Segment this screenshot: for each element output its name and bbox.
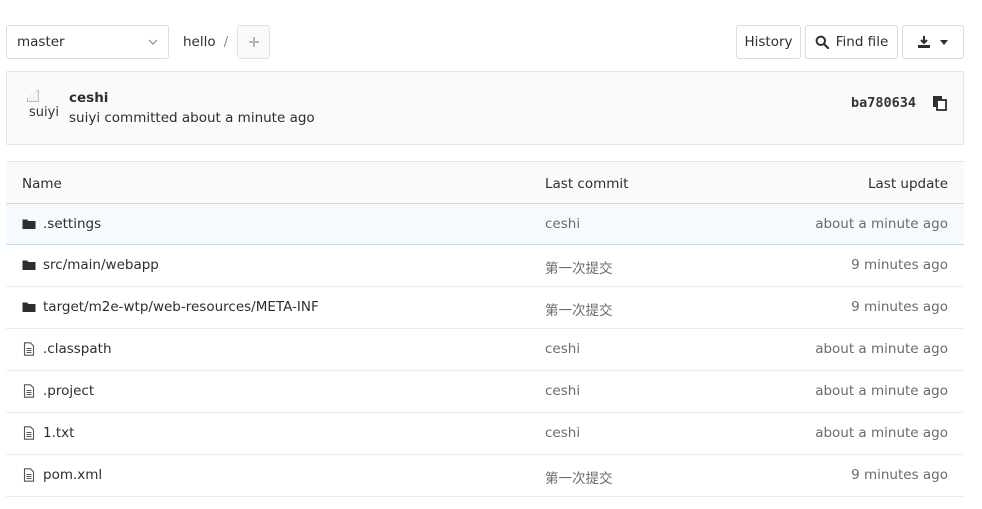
file-name-link[interactable]: target/m2e-wtp/web-resources/META-INF [22,299,319,315]
file-name: 1.txt [43,425,75,441]
file-tree-table: Name Last commit Last update .settings ce… [6,161,964,497]
file-name: pom.xml [43,467,103,483]
last-update-time: about a minute ago [815,216,948,232]
file-name-link[interactable]: .project [22,383,94,399]
copy-icon[interactable] [931,95,947,111]
header-last-update: Last update [868,176,948,192]
table-row[interactable]: .project ceshi about a minute ago [6,371,964,413]
header-name: Name [22,176,62,192]
file-name: .classpath [43,341,112,357]
folder-icon [22,300,36,314]
file-name: .project [43,383,95,399]
table-row[interactable]: pom.xml 第一次提交 9 minutes ago [6,455,964,497]
broken-image-icon [27,90,39,102]
last-commit-link[interactable]: ceshi [545,216,580,232]
caret-down-icon [940,40,948,45]
last-commit-link[interactable]: 第一次提交 [545,257,613,277]
table-body: .settings ceshi about a minute ago src/main… [6,203,964,497]
search-icon [815,35,829,49]
last-update-time: about a minute ago [815,425,948,441]
last-commit-link[interactable]: 第一次提交 [545,299,613,319]
chevron-down-icon [148,39,158,45]
table-row[interactable]: 1.txt ceshi about a minute ago [6,413,964,455]
download-icon [918,36,930,48]
folder-icon [22,217,36,231]
last-commit-link[interactable]: ceshi [545,341,580,357]
last-commit-link[interactable]: ceshi [545,425,580,441]
file-icon [22,342,36,356]
commit-meta: suiyi committed about a minute ago [69,110,315,126]
history-label: History [744,34,793,50]
file-name-link[interactable]: src/main/webapp [22,257,159,273]
table-header: Name Last commit Last update [6,161,964,204]
last-update-time: about a minute ago [815,341,948,357]
plus-icon [248,37,259,47]
last-commit-link[interactable]: 第一次提交 [545,467,613,487]
file-name-link[interactable]: 1.txt [22,425,74,441]
breadcrumb-repo-link[interactable]: hello [183,34,216,50]
table-row[interactable]: src/main/webapp 第一次提交 9 minutes ago [6,245,964,287]
avatar-alt-text: suiyi [29,104,59,120]
file-name: src/main/webapp [43,257,159,273]
table-row[interactable]: .settings ceshi about a minute ago [6,203,964,245]
history-button[interactable]: History [736,25,801,59]
branch-dropdown[interactable]: master [6,25,169,59]
file-name-link[interactable]: .settings [22,216,101,232]
add-file-button[interactable] [237,25,270,59]
table-row[interactable]: target/m2e-wtp/web-resources/META-INF 第一次… [6,287,964,329]
file-name-link[interactable]: pom.xml [22,467,102,483]
last-commit-link[interactable]: ceshi [545,383,580,399]
file-icon [22,384,36,398]
breadcrumb-separator: / [223,34,229,50]
table-row[interactable]: .classpath ceshi about a minute ago [6,329,964,371]
file-name: target/m2e-wtp/web-resources/META-INF [43,299,319,315]
breadcrumb: hello / [183,25,230,59]
folder-icon [22,258,36,272]
find-file-label: Find file [835,34,889,50]
last-update-time: 9 minutes ago [851,467,948,483]
commit-sha[interactable]: ba780634 [851,95,916,111]
header-last-commit: Last commit [545,176,629,192]
find-file-button[interactable]: Find file [805,25,898,59]
last-update-time: 9 minutes ago [851,299,948,315]
branch-name: master [17,34,65,50]
download-button[interactable] [902,25,964,59]
file-name-link[interactable]: .classpath [22,341,112,357]
file-icon [22,426,36,440]
commit-title[interactable]: ceshi [69,90,108,106]
avatar[interactable]: suiyi [24,89,64,129]
last-update-time: 9 minutes ago [851,257,948,273]
file-icon [22,468,36,482]
file-name: .settings [43,216,102,232]
last-update-time: about a minute ago [815,383,948,399]
repo-toolbar: master hello / History Find file [6,25,964,59]
last-commit-panel: suiyi ceshi suiyi committed about a minu… [6,71,964,145]
